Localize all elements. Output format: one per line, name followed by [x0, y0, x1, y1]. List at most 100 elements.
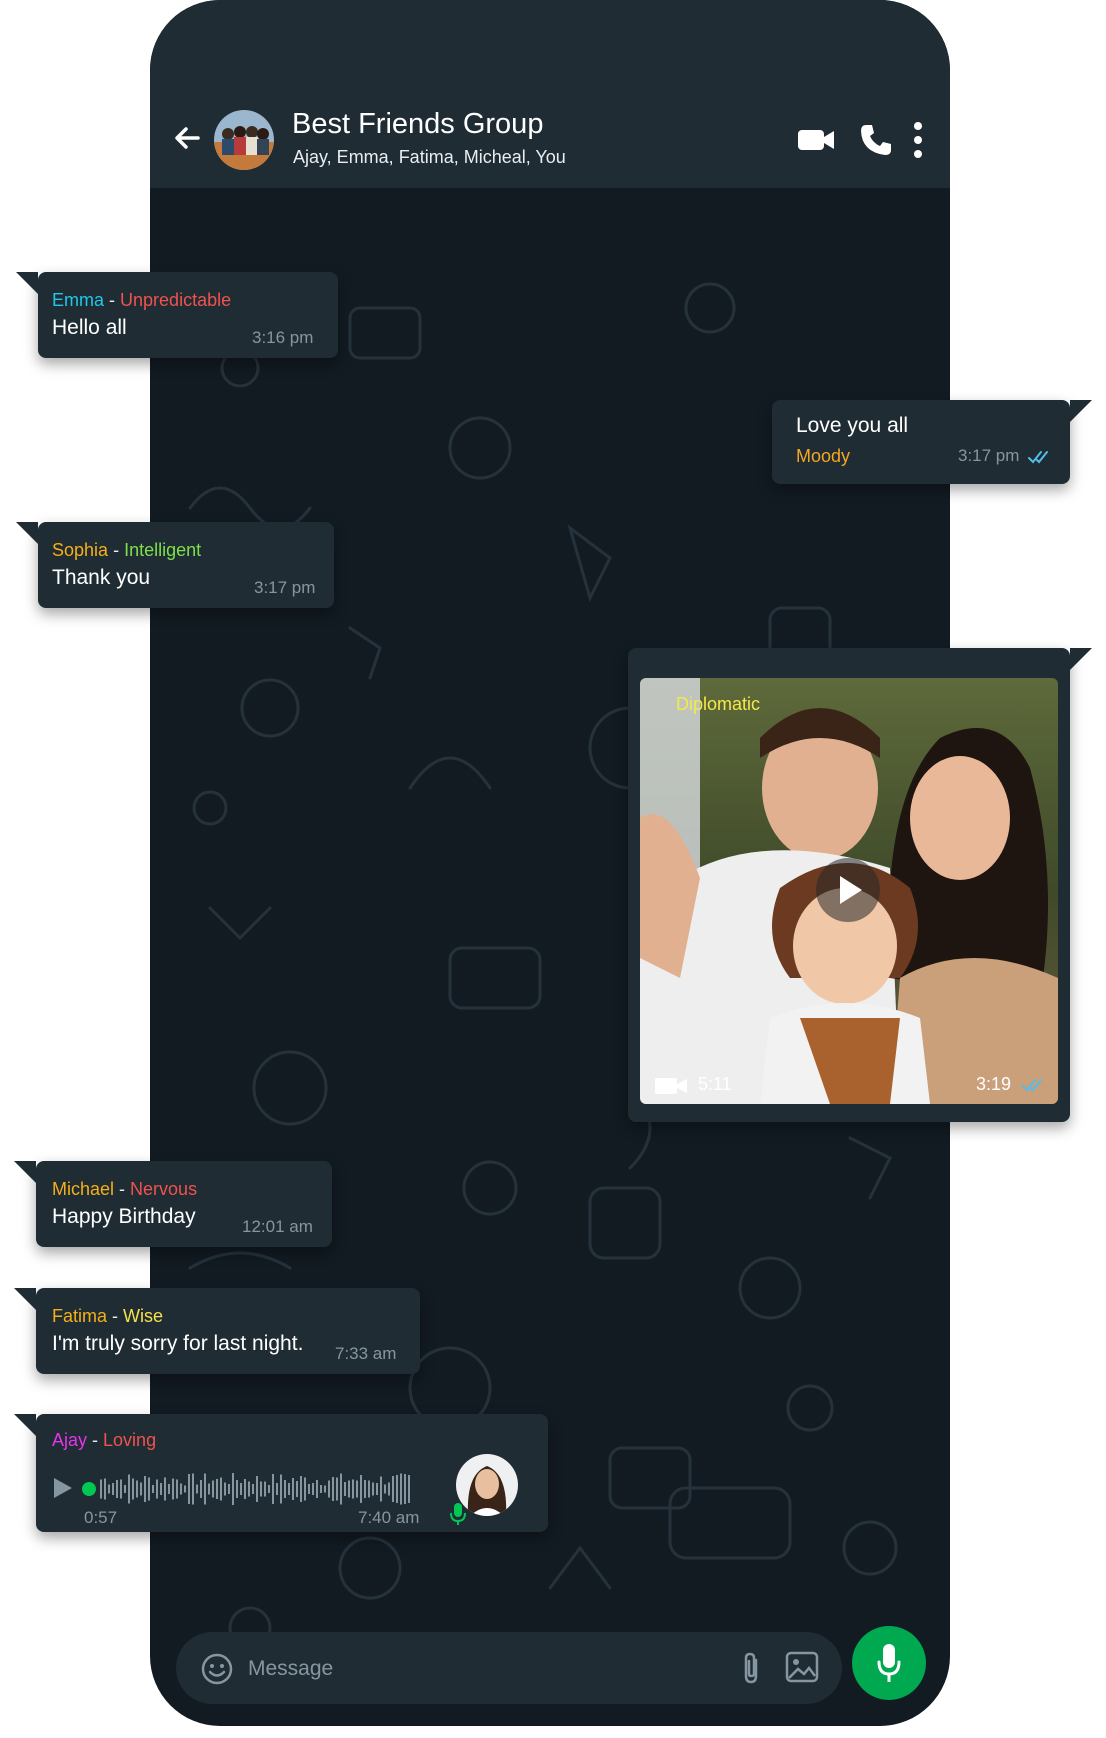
sender-name: Michael: [52, 1179, 115, 1199]
waveform-bar: [192, 1473, 194, 1505]
message-bubble-ajay-voice[interactable]: Ajay - Loving 0:57 7:40 am: [14, 1414, 548, 1532]
message-time: 3:17 pm: [958, 446, 1020, 465]
gallery-icon[interactable]: [784, 1650, 820, 1684]
phone-call-icon[interactable]: [858, 122, 894, 158]
waveform-bar: [404, 1474, 406, 1504]
waveform-bar: [260, 1481, 262, 1497]
play-button[interactable]: [816, 858, 880, 922]
group-name[interactable]: Best Friends Group: [292, 108, 543, 141]
record-voice-button[interactable]: [852, 1626, 926, 1700]
waveform-bar: [152, 1485, 154, 1493]
waveform-bar: [300, 1476, 302, 1502]
waveform-bar: [108, 1484, 110, 1494]
waveform-bar: [380, 1476, 382, 1502]
waveform-bar: [184, 1485, 186, 1493]
waveform-bar: [344, 1482, 346, 1496]
waveform-bar: [332, 1477, 334, 1501]
emoji-icon[interactable]: [200, 1652, 234, 1686]
waveform-bar: [356, 1480, 358, 1498]
waveform-bar: [244, 1479, 246, 1499]
waveform-bar: [140, 1482, 142, 1496]
waveform-bar: [204, 1473, 206, 1505]
back-arrow-icon[interactable]: [168, 118, 208, 158]
waveform-bar: [216, 1479, 218, 1499]
sender-line: Ajay - Loving: [52, 1430, 157, 1450]
message-text: Hello all: [52, 316, 127, 339]
message-input-bar: [176, 1632, 842, 1704]
sender-name: Ajay: [52, 1430, 88, 1450]
waveform-bar: [280, 1474, 282, 1504]
waveform-bar: [376, 1483, 378, 1495]
sender-mood: Wise: [123, 1306, 164, 1326]
message-time: 3:16 pm: [252, 328, 314, 347]
waveform-bar: [268, 1485, 270, 1493]
waveform-bar: [360, 1475, 362, 1503]
waveform-bar: [308, 1484, 310, 1494]
waveform-bar: [336, 1477, 338, 1501]
message-time: 7:33 am: [335, 1344, 397, 1363]
voice-duration: 0:57: [84, 1508, 118, 1527]
mic-icon: [877, 1644, 901, 1682]
waveform-bar: [396, 1475, 398, 1503]
voice-waveform[interactable]: [96, 1470, 416, 1508]
waveform-bar: [100, 1479, 102, 1499]
waveform-bar: [212, 1480, 214, 1498]
waveform-bar: [104, 1478, 106, 1500]
message-time: 12:01 am: [242, 1217, 313, 1236]
play-voice-icon[interactable]: [52, 1476, 74, 1500]
waveform-bar: [112, 1483, 114, 1495]
waveform-bar: [408, 1475, 410, 1503]
message-bubble-video[interactable]: Diplomatic 5:11 3:19: [628, 648, 1092, 1122]
waveform-bar: [196, 1484, 198, 1494]
chat-header: Best Friends Group Ajay, Emma, Fatima, M…: [150, 0, 950, 188]
waveform-bar: [400, 1473, 402, 1505]
waveform-bar: [132, 1478, 134, 1500]
waveform-bar: [364, 1480, 366, 1498]
sender-mood: Loving: [103, 1430, 157, 1450]
message-text: Happy Birthday: [52, 1205, 196, 1228]
waveform-bar: [232, 1473, 234, 1505]
playback-position-dot[interactable]: [82, 1482, 96, 1496]
waveform-bar: [228, 1484, 230, 1494]
message-bubble-emma[interactable]: Emma - Unpredictable Hello all 3:16 pm: [16, 272, 338, 358]
message-time: 3:19: [976, 1074, 1012, 1094]
waveform-bar: [144, 1476, 146, 1502]
waveform-bar: [248, 1481, 250, 1497]
video-duration: 5:11: [698, 1074, 732, 1094]
waveform-bar: [168, 1484, 170, 1494]
sender-name: Sophia: [52, 540, 109, 560]
waveform-bar: [348, 1480, 350, 1498]
message-bubble-outgoing[interactable]: Love you all Moody 3:17 pm: [772, 400, 1092, 484]
video-thumbnail[interactable]: Diplomatic 5:11 3:19: [640, 678, 1058, 1104]
waveform-bar: [276, 1483, 278, 1495]
message-time: 3:17 pm: [254, 578, 316, 597]
waveform-bar: [296, 1481, 298, 1497]
sender-name: Fatima: [52, 1306, 108, 1326]
waveform-bar: [372, 1482, 374, 1496]
group-avatar[interactable]: [214, 110, 274, 170]
waveform-bar: [264, 1481, 266, 1497]
mic-small-icon: [450, 1503, 466, 1525]
waveform-bar: [320, 1485, 322, 1493]
message-input[interactable]: [246, 1650, 650, 1688]
waveform-bar: [252, 1484, 254, 1494]
video-call-icon[interactable]: [796, 124, 836, 156]
waveform-bar: [240, 1483, 242, 1495]
waveform-bar: [180, 1483, 182, 1495]
sender-name: Emma: [52, 290, 105, 310]
sender-line: Emma - Unpredictable: [52, 290, 232, 310]
more-options-icon[interactable]: [910, 120, 926, 160]
waveform-bar: [188, 1474, 190, 1504]
sender-line: Michael - Nervous: [52, 1179, 198, 1199]
waveform-bar: [304, 1477, 306, 1501]
waveform-bar: [208, 1483, 210, 1495]
waveform-bar: [176, 1479, 178, 1499]
sender-mood: Nervous: [130, 1179, 198, 1199]
message-bubble-sophia[interactable]: Sophia - Intelligent Thank you 3:17 pm: [16, 522, 334, 608]
attach-icon[interactable]: [738, 1650, 764, 1686]
waveform-bar: [172, 1478, 174, 1500]
message-bubble-fatima[interactable]: Fatima - Wise I'm truly sorry for last n…: [14, 1288, 420, 1374]
waveform-bar: [284, 1480, 286, 1498]
waveform-bar: [352, 1479, 354, 1499]
message-bubble-michael[interactable]: Michael - Nervous Happy Birthday 12:01 a…: [14, 1161, 332, 1247]
